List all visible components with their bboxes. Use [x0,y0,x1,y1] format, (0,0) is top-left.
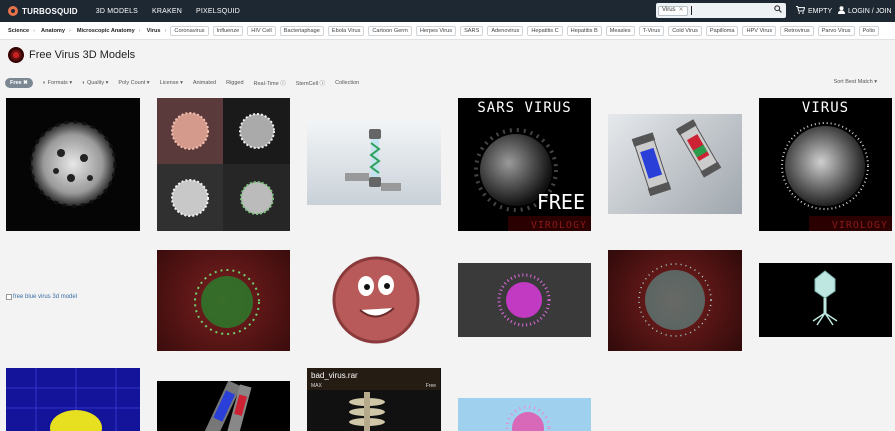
filter-quality[interactable]: ◐ Quality ▾ [82,80,108,86]
tag-measles[interactable]: Measles [605,25,635,36]
user-icon [838,6,845,16]
login-label: LOGIN / JOIN [848,7,892,15]
virus-brand-label: VIROLOGY [831,220,888,231]
virus-category-icon [8,47,24,63]
tag-hepatitis-c[interactable]: Hepatitis C [527,25,563,36]
product-thumbnail-broken[interactable]: free blue virus 3d model [6,294,77,300]
filter-formats[interactable]: ◐ Formats ▾ [43,80,72,86]
cart-icon [796,6,806,16]
search-chip-virus[interactable]: Virus ✕ [658,5,688,16]
product-format: MAX [311,383,322,389]
tag-ebola-virus[interactable]: Ebola Virus [327,25,365,36]
chevron-right-icon: › [138,27,141,34]
search-chip-label: Virus [662,7,676,13]
cart-label: EMPTY [808,7,833,15]
tag-cold-virus[interactable]: Cold Virus [668,25,702,36]
product-thumbnail[interactable] [759,263,892,337]
search-input[interactable] [690,6,775,15]
broken-image-alt: free blue virus 3d model [13,294,78,300]
tag-herpes-virus[interactable]: Herpes Virus [415,25,457,36]
filter-animated[interactable]: Animated [193,80,216,86]
filter-formats-label: Formats ▾ [47,80,73,86]
brand-logo[interactable]: TURBOSQUID [8,6,78,16]
tag-coronavirus[interactable]: Coronavirus [170,25,209,36]
product-price: Free [425,383,436,389]
tag-hiv-cell[interactable]: HIV Cell [247,25,276,36]
sars-free-label: FREE [536,190,585,214]
product-thumbnail[interactable] [458,398,591,431]
breadcrumb-anatomy[interactable]: Anatomy [41,28,65,34]
tag-cartoon-germ[interactable]: Cartoon Germ [368,25,412,36]
filter-collection[interactable]: Collection [335,80,359,86]
virus-title: VIRUS [801,100,850,116]
product-thumbnail[interactable] [6,98,140,231]
tag-bacteriaphage[interactable]: Bacteriaphage [279,25,324,36]
tag-papilloma[interactable]: Papilloma [705,25,739,36]
brand-name: TURBOSQUID [22,6,78,16]
filter-stemcell[interactable]: StemCell ⓘ [296,79,325,87]
nav-link-pixelsquid[interactable]: PIXELSQUID [196,8,240,15]
search-box[interactable]: Virus ✕ [656,3,786,18]
filter-bar: Free ✖ ◐ Formats ▾ ◐ Quality ▾ Poly Coun… [0,74,895,92]
product-caption: bad_virus.rar MAX Free [307,368,440,390]
sort-dropdown[interactable]: Sort Best Match ▾ [834,79,877,85]
tag-hpv-virus[interactable]: HPV Virus [742,25,777,36]
product-thumbnail[interactable] [608,250,742,351]
search-icon[interactable] [774,5,782,15]
product-thumbnail[interactable] [458,263,591,337]
product-thumbnail[interactable] [157,98,290,231]
product-title[interactable]: bad_virus.rar [311,371,358,380]
breadcrumb-science[interactable]: Science [8,28,29,34]
tag-t-virus[interactable]: T-Virus [638,25,665,36]
breadcrumb-virus[interactable]: Virus [147,28,161,34]
product-thumbnail-sars-virus[interactable]: SARS VIRUS FREE VIROLOGY [458,98,591,231]
filter-quality-label: Quality ▾ [86,80,109,86]
free-filter-chip[interactable]: Free ✖ [5,78,33,88]
product-thumbnail[interactable] [307,121,441,205]
chevron-right-icon: › [33,27,36,34]
top-nav: TURBOSQUID 3D MODELS KRAKEN PIXELSQUID V… [0,0,895,22]
breadcrumb-microscopic-anatomy[interactable]: Microscopic Anatomy [77,28,135,34]
sars-title: SARS VIRUS [477,100,572,116]
login-button[interactable]: LOGIN / JOIN [838,6,892,16]
sars-brand-label: VIROLOGY [530,220,587,231]
filter-real-time[interactable]: Real-Time ⓘ [254,79,286,87]
tag-influenze[interactable]: Influenze [212,25,244,36]
product-thumbnail[interactable] [608,114,742,214]
filter-rigged[interactable]: Rigged [226,80,243,86]
chevron-right-icon: › [164,27,167,34]
product-card-bad-virus[interactable]: bad_virus.rar MAX Free [307,368,441,431]
chevron-right-icon: › [68,27,71,34]
nav-link-3d-models[interactable]: 3D MODELS [96,8,138,15]
product-thumbnail[interactable] [330,254,422,346]
product-grid: SARS VIRUS FREE VIROLOGY VIRUS VIROLOGY … [0,96,895,431]
tag-parvo-virus[interactable]: Parvo Virus [817,25,855,36]
product-thumbnail[interactable] [157,250,290,351]
product-thumbnail-virus[interactable]: VIRUS VIROLOGY [759,98,892,231]
cart-button[interactable]: EMPTY [796,6,832,16]
tag-polio[interactable]: Polio [858,25,879,36]
remove-chip-icon[interactable]: ✕ [679,6,684,15]
product-thumbnail[interactable] [6,368,140,431]
broken-image-icon [6,294,12,300]
product-thumbnail[interactable] [157,381,290,431]
breadcrumb: Science › Anatomy › Microscopic Anatomy … [0,22,895,40]
squid-logo-icon [8,6,18,16]
filter-poly-count[interactable]: Poly Count ▾ [118,80,149,86]
tag-adenovirus[interactable]: Adenovirus [487,25,524,36]
title-bar: Free Virus 3D Models [0,40,895,70]
tag-hepatitis-b[interactable]: Hepatitis B [566,25,602,36]
tag-retrovirus[interactable]: Retrovirus [780,25,814,36]
page-title: Free Virus 3D Models [29,49,136,61]
tag-sars[interactable]: SARS [460,25,484,36]
filter-license[interactable]: License ▾ [160,80,183,86]
nav-link-kraken[interactable]: KRAKEN [152,8,182,15]
